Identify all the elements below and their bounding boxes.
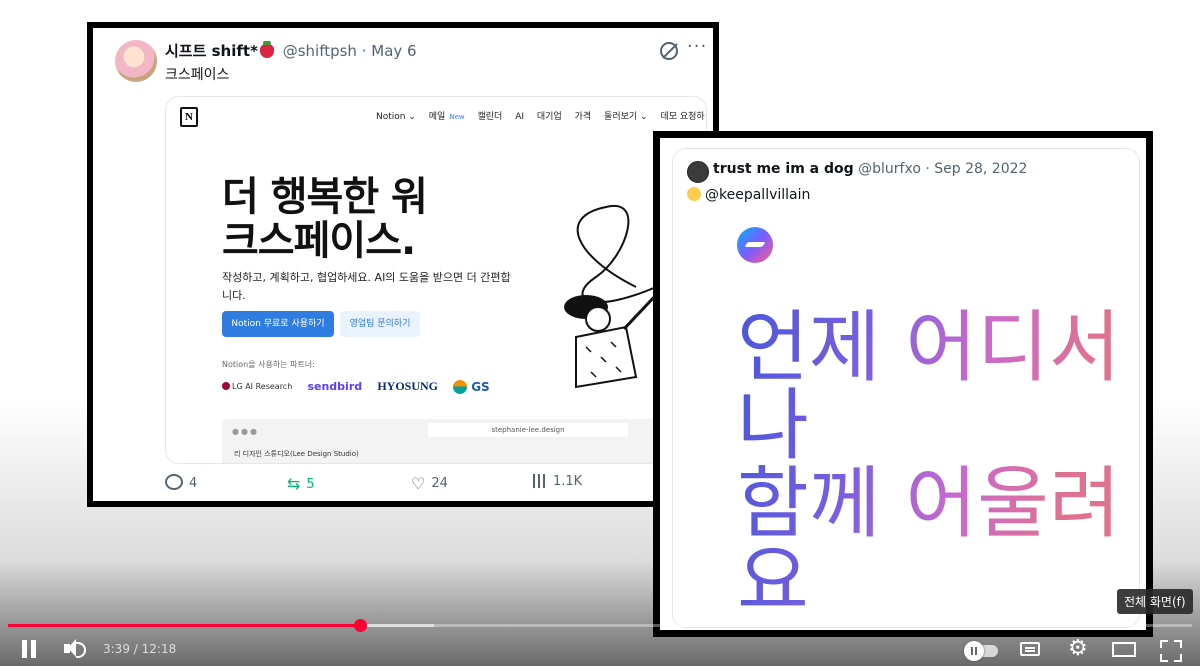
notion-primary-button: Notion 무료로 사용하기 <box>222 311 334 337</box>
tweet-text: 크스페이스 <box>165 67 230 83</box>
notion-secondary-button: 영업팀 문의하기 <box>340 311 420 337</box>
time-display: 3:39 / 12:18 <box>103 642 177 656</box>
tweet-header: 시프트 shift* @shiftpsh · May 6 <box>165 41 417 60</box>
fullscreen-button[interactable] <box>1160 634 1182 664</box>
partners-label: Notion을 사용하는 파트너: <box>222 360 315 369</box>
notion-screenshot: N Notion ⌄ 메일 New 캘린더 AI 대기업 가격 둘러보기 ⌄ 데모… <box>165 96 707 464</box>
gradient-headline: 언제 어디서 나 함께 어울려 요 <box>737 309 1137 621</box>
views-count: 1.1K <box>553 474 583 489</box>
headline-line: 요 <box>737 537 809 627</box>
views-action: 1.1K <box>533 474 582 489</box>
played-bar <box>8 624 360 627</box>
handle: @blurfxo <box>858 161 921 177</box>
pause-icon <box>964 641 984 661</box>
views-icon <box>533 474 547 488</box>
subtitles-button[interactable] <box>1020 634 1044 664</box>
sendbird-logo: sendbird <box>307 380 363 393</box>
partner-logos: LG AI Research sendbird HYOSUNG GS <box>222 379 502 394</box>
nav-item: 캘린더 <box>477 112 503 122</box>
scrubber-handle[interactable] <box>353 619 367 632</box>
avatar <box>687 161 709 183</box>
headline-line: 크스페이스. <box>222 218 416 264</box>
retweet-icon: ⇆ <box>287 474 301 493</box>
subtitles-icon <box>1020 642 1040 656</box>
theater-icon <box>1112 642 1136 657</box>
retweet-action: ⇆ 5 <box>287 474 315 493</box>
display-name: trust me im a dog <box>713 161 854 177</box>
grok-icon <box>660 42 678 60</box>
pause-button[interactable] <box>20 634 38 664</box>
progress-bar[interactable] <box>8 619 1192 632</box>
hyosung-logo: HYOSUNG <box>377 379 438 393</box>
reply-count: 4 <box>189 476 198 491</box>
fullscreen-tooltip: 전체 화면(f) <box>1117 589 1193 614</box>
window-dots-icon: ●●● <box>232 427 259 436</box>
tweet-date: May 6 <box>371 42 417 60</box>
gs-logo: GS <box>453 380 490 394</box>
thinking-face-icon <box>687 187 701 201</box>
browser-preview: ●●● stephanie-lee.design 리 디자인 스튜디오(Lee … <box>222 419 706 463</box>
nav-item: 가격 <box>574 112 592 122</box>
heart-icon: ♡ <box>411 474 426 493</box>
theater-mode-button[interactable] <box>1112 634 1138 664</box>
new-badge: New <box>449 113 465 121</box>
strawberry-icon <box>259 41 274 58</box>
nav-item: Notion ⌄ <box>376 112 416 122</box>
reply-icon <box>165 474 183 490</box>
mention: @keepallvillain <box>705 187 811 203</box>
sound-wave-icon <box>76 642 86 658</box>
headline-line: 언제 어디서 <box>737 303 1121 393</box>
video-frame[interactable]: 시프트 shift* @shiftpsh · May 6 크스페이스 ··· N… <box>0 0 1200 666</box>
headline-line: 나 <box>737 381 809 471</box>
time-total: 12:18 <box>141 642 177 656</box>
headline-line: 더 행복한 워 <box>222 174 428 220</box>
notion-description: 작성하고, 계획하고, 협업하세요. AI의 도움을 받으면 더 간편합니다. <box>222 271 511 302</box>
tweet-card-blurfxo: trust me im a dog @blurfxo · Sep 28, 202… <box>653 131 1153 637</box>
gear-icon: ⚙ <box>1068 636 1088 661</box>
url-bar: stephanie-lee.design <box>428 423 628 437</box>
reply-action: 4 <box>165 474 197 491</box>
handle: @shiftpsh <box>282 42 357 60</box>
lg-logo: LG AI Research <box>222 382 292 391</box>
like-action: ♡ 24 <box>411 474 448 493</box>
nav-item: 메일 <box>428 112 446 122</box>
tweet-card-shiftpsh: 시프트 shift* @shiftpsh · May 6 크스페이스 ··· N… <box>87 22 719 507</box>
display-name: 시프트 shift* <box>165 42 258 60</box>
tweet-date: Sep 28, 2022 <box>934 161 1028 177</box>
messenger-logo-icon <box>737 227 773 263</box>
nav-item: AI <box>515 112 525 122</box>
notion-headline: 더 행복한 워 크스페이스. <box>222 174 428 264</box>
settings-button[interactable]: ⚙ <box>1068 634 1090 664</box>
tweet-header: trust me im a dog @blurfxo · Sep 28, 202… <box>713 161 1028 177</box>
volume-button[interactable] <box>62 634 86 664</box>
more-icon: ··· <box>687 36 708 57</box>
tweet-inner: trust me im a dog @blurfxo · Sep 28, 202… <box>672 148 1140 628</box>
retweet-count: 5 <box>306 477 315 492</box>
browser-page-title: 리 디자인 스튜디오(Lee Design Studio) <box>234 450 359 458</box>
nav-item: 대기업 <box>536 112 562 122</box>
tweet-text: @keepallvillain <box>687 187 810 203</box>
notion-logo-icon: N <box>180 107 198 127</box>
autoplay-toggle[interactable] <box>964 634 998 664</box>
speaker-icon <box>64 639 76 657</box>
like-count: 24 <box>431 476 448 491</box>
avatar <box>115 40 157 82</box>
notion-nav: Notion ⌄ 메일 New 캘린더 AI 대기업 가격 둘러보기 ⌄ 데모 요… <box>376 109 706 122</box>
time-current: 3:39 <box>103 642 130 656</box>
nav-item: 데모 요청하 <box>660 112 705 122</box>
headline-line: 함께 어울려 <box>737 459 1121 549</box>
nav-item: 둘러보기 ⌄ <box>604 112 648 122</box>
